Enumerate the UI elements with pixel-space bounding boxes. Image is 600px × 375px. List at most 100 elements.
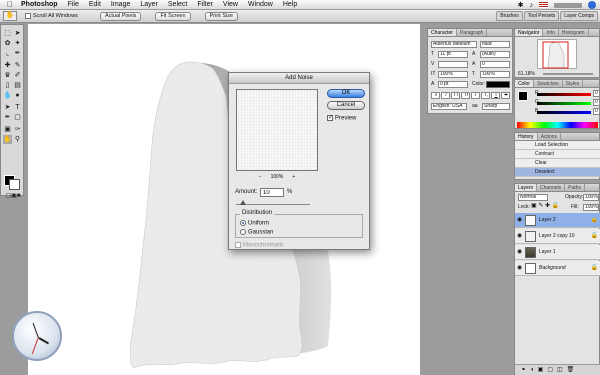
font-family-select[interactable]: Albertus Medium bbox=[431, 41, 477, 48]
marquee-tool-icon[interactable]: ⬚ bbox=[3, 29, 12, 38]
history-item[interactable]: Contract bbox=[515, 150, 600, 159]
search-icon[interactable] bbox=[588, 1, 596, 9]
menu-view[interactable]: View bbox=[218, 0, 243, 10]
zoom-out-button[interactable]: − bbox=[251, 174, 269, 180]
lock-options-icons[interactable]: ▣ ✎ ✚ 🔒 bbox=[531, 203, 559, 209]
crop-tool-icon[interactable]: ⌞ bbox=[3, 49, 12, 58]
tab-actions[interactable]: Actions bbox=[538, 133, 561, 140]
menu-file[interactable]: File bbox=[63, 0, 84, 10]
tab-color[interactable]: Color bbox=[515, 80, 534, 87]
flag-icon[interactable] bbox=[539, 2, 548, 8]
tab-histogram[interactable]: Histogram bbox=[559, 29, 589, 36]
brush-tool-icon[interactable]: ✎ bbox=[13, 61, 22, 70]
tab-paths[interactable]: Paths bbox=[565, 184, 585, 191]
bluetooth-icon[interactable]: ✱ bbox=[518, 1, 524, 9]
cancel-button[interactable]: Cancel bbox=[327, 101, 365, 110]
fit-screen-button[interactable]: Fit Screen bbox=[155, 11, 191, 21]
print-size-button[interactable]: Print Size bbox=[204, 11, 239, 21]
font-style-select[interactable]: Italic bbox=[480, 41, 510, 48]
layers-footer-buttons[interactable]: ⚭◑▣▢◫🗑 bbox=[515, 364, 600, 375]
underline-button[interactable]: T bbox=[491, 92, 500, 99]
type-tool-icon[interactable]: T bbox=[13, 103, 22, 112]
history-item[interactable]: Load Selection bbox=[515, 141, 600, 150]
tab-channels[interactable]: Channels bbox=[537, 184, 566, 191]
move-tool-icon[interactable]: ➤ bbox=[13, 29, 22, 38]
channel-g-value[interactable]: 0 bbox=[593, 99, 600, 106]
navigator-zoom-value[interactable]: 61.18% bbox=[518, 71, 535, 77]
scroll-all-windows-checkbox[interactable]: Scroll All Windows bbox=[25, 13, 78, 19]
tab-character[interactable]: Character bbox=[428, 29, 457, 36]
visibility-eye-icon[interactable]: ◉ bbox=[517, 265, 523, 271]
all-caps-button[interactable]: TT bbox=[451, 92, 460, 99]
gradient-tool-icon[interactable]: ▤ bbox=[13, 81, 22, 90]
blend-mode-select[interactable]: Normal bbox=[518, 194, 548, 201]
zoom-in-button[interactable]: + bbox=[285, 174, 303, 180]
language-select[interactable]: English: USA bbox=[431, 103, 467, 110]
fill-field[interactable]: 100% bbox=[583, 204, 599, 211]
anti-alias-select[interactable]: Sharp bbox=[482, 103, 510, 110]
color-spectrum-bar[interactable] bbox=[517, 122, 598, 128]
baseline-shift-field[interactable]: 0 pt bbox=[438, 81, 468, 88]
notes-tool-icon[interactable]: ▣ bbox=[3, 125, 12, 134]
horizontal-scale-field[interactable]: 100% bbox=[480, 71, 510, 78]
kerning-field[interactable] bbox=[438, 61, 468, 68]
menu-image[interactable]: Image bbox=[106, 0, 135, 10]
path-selection-tool-icon[interactable]: ➤ bbox=[3, 103, 12, 112]
visibility-eye-icon[interactable]: ◉ bbox=[517, 233, 523, 239]
healing-brush-tool-icon[interactable]: ✚ bbox=[3, 61, 12, 70]
history-item[interactable]: Deselect bbox=[515, 168, 600, 177]
ok-button[interactable]: OK bbox=[327, 89, 365, 98]
uniform-radio[interactable]: Uniform bbox=[240, 220, 269, 228]
lasso-tool-icon[interactable]: ✿ bbox=[3, 39, 12, 48]
leading-field[interactable]: (Auto) bbox=[480, 51, 510, 58]
blur-tool-icon[interactable]: 💧 bbox=[3, 91, 12, 100]
menu-photoshop[interactable]: Photoshop bbox=[16, 0, 63, 10]
tab-info[interactable]: Info bbox=[543, 29, 559, 36]
small-caps-button[interactable]: Tr bbox=[461, 92, 470, 99]
filter-preview[interactable] bbox=[236, 89, 318, 171]
dodge-tool-icon[interactable]: ● bbox=[13, 91, 22, 100]
tab-layers[interactable]: Layers bbox=[515, 184, 538, 191]
faux-bold-button[interactable]: T bbox=[431, 92, 440, 99]
preview-checkbox[interactable]: ✓ Preview bbox=[327, 115, 356, 123]
background-color-swatch[interactable] bbox=[9, 179, 20, 190]
tab-paragraph[interactable]: Paragraph bbox=[457, 29, 488, 36]
zoom-tool-icon[interactable]: ⚲ bbox=[13, 135, 22, 144]
desktop-clock-widget[interactable] bbox=[12, 311, 62, 361]
eraser-tool-icon[interactable]: ▯ bbox=[3, 81, 12, 90]
tab-navigator[interactable]: Navigator bbox=[515, 29, 544, 36]
screen-mode-icons[interactable]: ▢▣■ bbox=[3, 192, 23, 201]
strikethrough-button[interactable]: T bbox=[501, 92, 510, 99]
tab-history[interactable]: History bbox=[515, 133, 538, 140]
gaussian-radio[interactable]: Gaussian bbox=[240, 229, 273, 237]
shape-tool-icon[interactable]: ▢ bbox=[13, 113, 22, 122]
channel-g-slider[interactable] bbox=[537, 102, 591, 105]
menu-window[interactable]: Window bbox=[243, 0, 278, 10]
actual-pixels-button[interactable]: Actual Pixels bbox=[99, 11, 142, 21]
visibility-eye-icon[interactable]: ◉ bbox=[517, 217, 523, 223]
channel-r-value[interactable]: 0 bbox=[593, 90, 600, 97]
history-brush-tool-icon[interactable]: ✐ bbox=[13, 71, 22, 80]
layer-row[interactable]: ◉ Layer 2 🔒 bbox=[515, 213, 600, 228]
layer-row[interactable]: ◉ Background 🔒 bbox=[515, 261, 600, 276]
font-size-field[interactable]: 11 pt bbox=[438, 51, 468, 58]
channel-b-slider[interactable] bbox=[537, 111, 591, 114]
navigator-zoom-slider[interactable] bbox=[543, 73, 593, 75]
hand-tool-preset-icon[interactable]: ✋ bbox=[3, 11, 17, 21]
eyedropper-tool-icon[interactable]: ✑ bbox=[13, 125, 22, 134]
well-tab-layer-comps[interactable]: Layer Comps bbox=[560, 11, 598, 21]
well-tab-tool-presets[interactable]: Tool Presets bbox=[523, 11, 560, 21]
amount-input[interactable] bbox=[260, 188, 284, 197]
apple-menu-icon[interactable]:  bbox=[4, 0, 16, 9]
color-foreground-swatch[interactable] bbox=[518, 91, 528, 101]
slice-tool-icon[interactable]: ✒ bbox=[13, 49, 22, 58]
pen-tool-icon[interactable]: ✒ bbox=[3, 113, 12, 122]
well-tab-brushes[interactable]: Brushes bbox=[496, 11, 523, 21]
amount-slider-knob[interactable] bbox=[240, 200, 247, 205]
navigator-thumbnail[interactable] bbox=[537, 39, 577, 69]
menu-select[interactable]: Select bbox=[163, 0, 192, 10]
channel-r-slider[interactable] bbox=[537, 93, 591, 96]
subscript-button[interactable]: T, bbox=[481, 92, 490, 99]
superscript-button[interactable]: T' bbox=[471, 92, 480, 99]
text-color-swatch[interactable] bbox=[486, 81, 510, 88]
